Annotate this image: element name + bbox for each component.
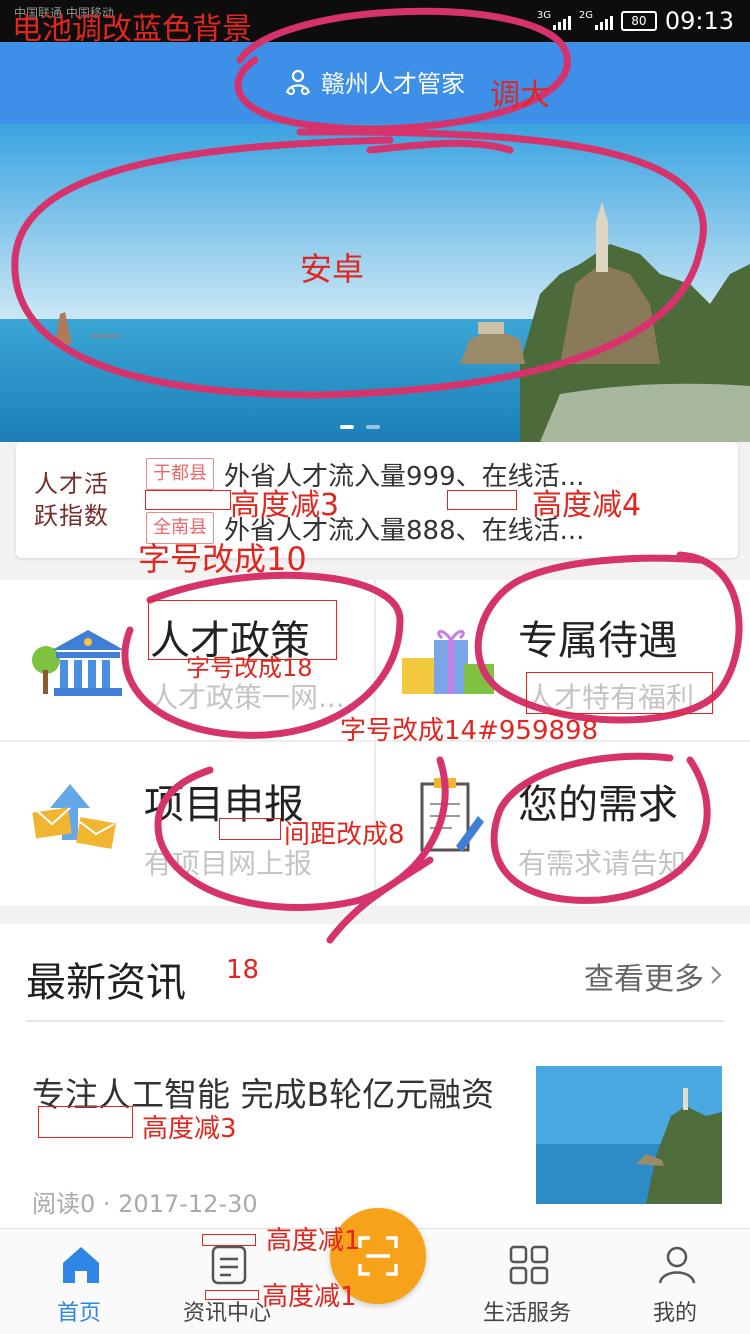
scan-button[interactable] [330,1208,426,1304]
banner-carousel[interactable] [0,124,750,442]
grid-item-subtitle: 有需求请告知 [518,847,687,880]
service-grid: 人才政策 人才政策一网... 专属待遇 人才特有福利 项目申报 有项目网上报 您… [0,580,750,906]
network-type-label: 3G [536,10,551,21]
grid-apps-icon [507,1243,551,1287]
tab-news-center[interactable]: 资讯中心 [152,1229,302,1334]
grid-item-exclusive-benefits[interactable]: 专属待遇 人才特有福利 [376,580,748,740]
tab-label: 生活服务 [482,1301,571,1326]
grid-item-subtitle: 有项目网上报 [144,847,313,880]
news-doc-icon [207,1243,251,1287]
news-thumbnail [536,1066,722,1204]
activity-row[interactable]: 全南县 外省人才流入量888、在线活... [146,508,726,548]
signal-icon-2: 2G [578,10,613,30]
battery-icon: 80 [620,11,657,31]
user-icon [655,1243,699,1287]
grid-item-project-apply[interactable]: 项目申报 有项目网上报 [0,742,372,902]
section-title: 最新资讯 [26,960,186,1006]
news-meta: 阅读0 · 2017-12-30 [32,1190,258,1218]
carousel-dots [340,425,380,429]
grid-item-subtitle: 人才特有福利 [526,681,695,714]
page-title: 赣州人才管家 [321,70,465,98]
divider [26,1020,724,1022]
grid-item-title: 项目申报 [144,782,304,828]
news-list-item[interactable]: 专注人工智能 完成B轮亿元融资 阅读0 · 2017-12-30 [0,1054,750,1218]
gift-box-icon [398,620,498,704]
carrier-label: 中国联通 中国移动 [14,6,114,20]
grid-item-your-needs[interactable]: 您的需求 有需求请告知 [376,742,748,902]
signal-icon: 3G [536,10,571,30]
banner-image [0,124,750,442]
tab-mine[interactable]: 我的 [600,1229,750,1334]
clock: 09:13 [664,7,734,35]
tab-home[interactable]: 首页 [4,1229,154,1334]
envelope-upload-icon [30,780,120,864]
person-logo-icon [283,67,313,101]
grid-item-subtitle: 人才政策一网... [150,681,345,714]
activity-row[interactable]: 于都县 外省人才流入量999、在线活... [146,454,726,494]
grid-item-title: 专属待遇 [518,618,678,664]
scan-icon [356,1234,400,1282]
bank-building-icon [30,620,126,704]
tab-label: 首页 [56,1301,101,1326]
activity-text: 外省人才流入量999、在线活... [224,461,585,492]
tab-life-services[interactable]: 生活服务 [452,1229,602,1334]
see-more-link[interactable]: 查看更多 [584,954,724,998]
grid-item-title: 您的需求 [518,782,678,828]
clipboard-pen-icon [416,776,486,866]
tab-label: 资讯中心 [182,1301,271,1326]
news-section: 最新资讯 查看更多 专注人工智能 完成B轮亿元融资 阅读0 · 2017-12-… [0,924,750,1228]
status-bar: 中国联通 中国移动 3G 2G 80 09:13 [0,0,750,42]
grid-item-talent-policy[interactable]: 人才政策 人才政策一网... [0,580,372,740]
see-more-label: 查看更多 [584,962,704,997]
tab-label: 我的 [652,1301,697,1326]
carousel-dot[interactable] [366,425,380,429]
home-icon [59,1243,103,1287]
activity-text: 外省人才流入量888、在线活... [224,515,585,546]
network-type-label-2: 2G [578,10,593,21]
talent-activity-card[interactable]: 人才活跃指数 于都县 外省人才流入量999、在线活... 全南县 外省人才流入量… [16,442,738,558]
county-badge: 全南县 [146,512,214,544]
grid-item-title: 人才政策 [150,618,310,664]
status-right: 3G 2G 80 09:13 [536,7,734,35]
chevron-right-icon [708,959,724,994]
carousel-dot-active[interactable] [340,425,354,429]
news-title: 专注人工智能 完成B轮亿元融资 [32,1075,495,1114]
county-badge: 于都县 [146,458,214,490]
activity-label: 人才活跃指数 [34,470,109,530]
app-header: 赣州人才管家 [0,42,750,124]
header-brand: 赣州人才管家 [283,67,465,101]
